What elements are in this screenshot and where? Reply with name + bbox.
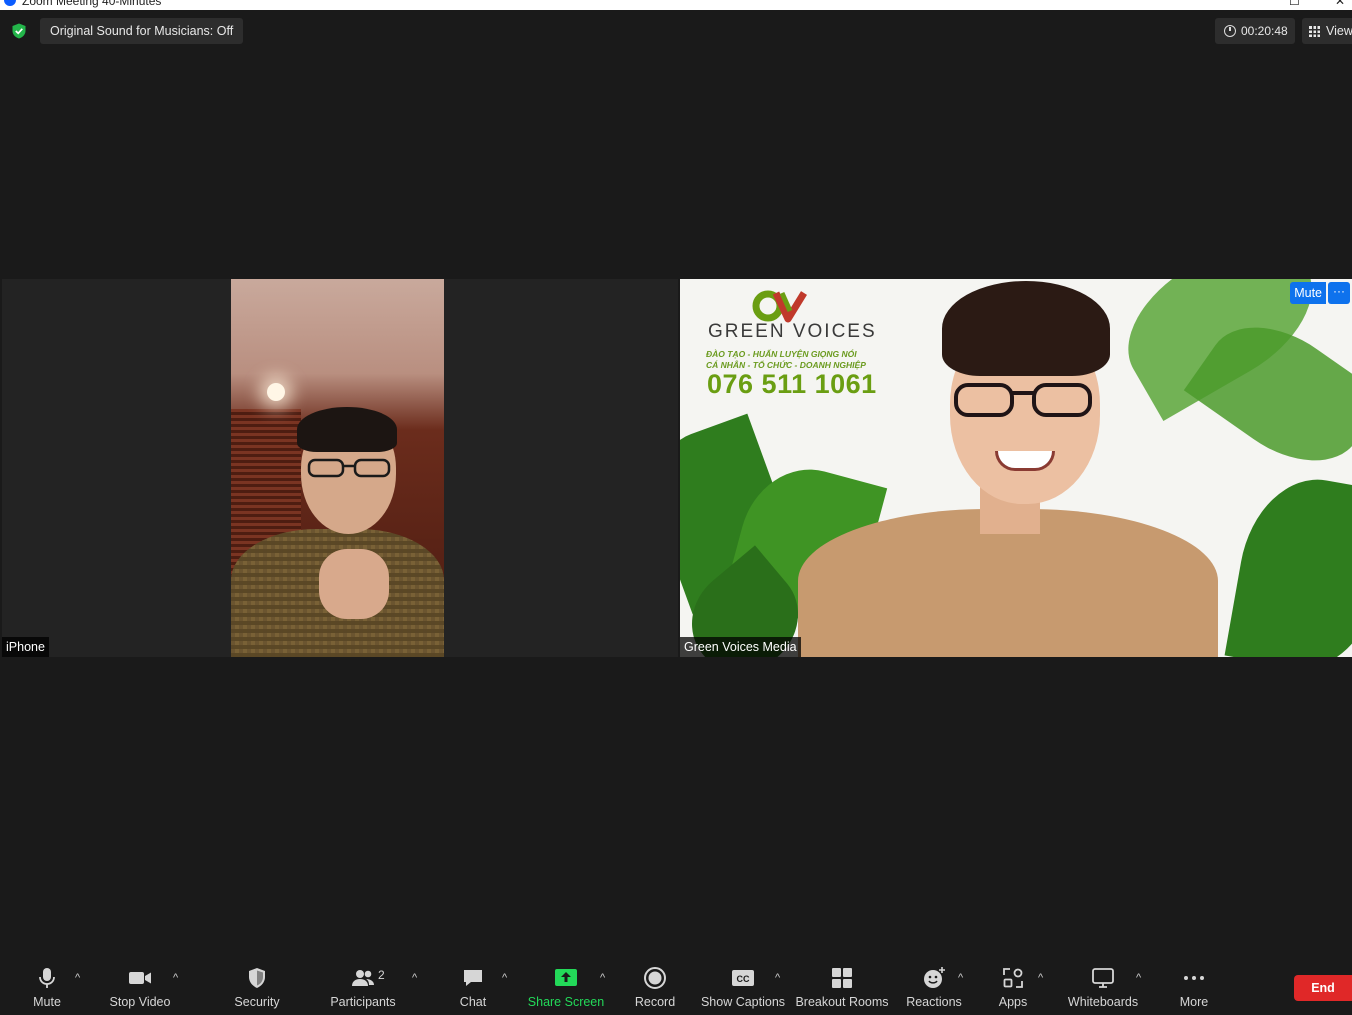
show-captions-label: Show Captions [700,995,786,1009]
breakout-rooms-button[interactable]: Breakout Rooms [795,958,889,1015]
share-screen-icon [555,969,577,986]
participant-name: Green Voices Media [680,637,801,657]
maximize-icon[interactable]: ☐ [1289,0,1300,8]
chat-label: Chat [459,995,487,1009]
participant-hair [297,407,397,452]
brand-tagline-1: ĐÀO TẠO - HUẤN LUYỆN GIỌNG NÓI [706,349,857,359]
participants-options-caret[interactable]: ^ [412,972,417,984]
mute-options-caret[interactable]: ^ [75,972,80,984]
cc-icon: CC [732,970,754,986]
mute-label: Mute [33,995,61,1009]
participant-glasses [954,383,1092,417]
more-dots-icon [1184,976,1204,980]
reactions-button[interactable]: Reactions [903,958,965,1015]
shield-icon [249,968,265,988]
record-button[interactable]: Record [630,958,680,1015]
security-label: Security [234,995,280,1009]
brand-name: GREEN VOICES [708,321,877,342]
share-screen-label: Share Screen [527,995,605,1009]
participant-hand [319,549,389,619]
video-options-caret[interactable]: ^ [173,972,178,984]
participants-count: 2 [378,968,385,982]
view-label: View [1326,24,1352,38]
svg-text:CC: CC [737,974,750,984]
share-screen-button[interactable]: Share Screen [527,958,605,1015]
apps-label: Apps [998,995,1028,1009]
zoom-app-icon [4,0,16,6]
participants-button[interactable]: 2 Participants [328,958,398,1015]
share-options-caret[interactable]: ^ [600,972,605,984]
captions-options-caret[interactable]: ^ [775,972,780,984]
reactions-options-caret[interactable]: ^ [958,972,963,984]
participant-glasses [307,458,391,478]
participant-name: iPhone [2,637,49,657]
video-tile-green-voices[interactable]: GREEN VOICES ĐÀO TẠO - HUẤN LUYỆN GIỌNG … [680,279,1352,657]
microphone-icon [39,968,55,988]
security-button[interactable]: Security [227,958,287,1015]
mute-button[interactable]: Mute [22,958,72,1015]
video-camera-icon [129,972,151,984]
grid-icon [1309,26,1320,37]
reactions-label: Reactions [906,995,962,1009]
participant-hair [942,281,1110,376]
view-button[interactable]: View [1302,18,1352,44]
window-title: Zoom Meeting 40-Minutes [22,0,162,8]
breakout-rooms-icon [832,968,852,988]
apps-options-caret[interactable]: ^ [1038,972,1043,984]
timer-value: 00:20:48 [1241,24,1288,38]
show-captions-button[interactable]: CC Show Captions [700,958,786,1015]
whiteboard-icon [1092,968,1114,988]
whiteboards-options-caret[interactable]: ^ [1136,972,1141,984]
whiteboards-label: Whiteboards [1067,995,1139,1009]
chat-button[interactable]: Chat [448,958,498,1015]
emoji-icon [924,967,945,988]
stop-video-button[interactable]: Stop Video [105,958,175,1015]
green-voices-logo [752,290,807,323]
window-titlebar: Zoom Meeting 40-Minutes ☐ ✕ [0,0,1352,10]
breakout-rooms-label: Breakout Rooms [795,995,889,1009]
meeting-topbar: Original Sound for Musicians: Off 00:20:… [0,10,1352,50]
record-label: Record [634,995,676,1009]
more-button[interactable]: More [1170,958,1218,1015]
participants-label: Participants [330,995,396,1009]
meeting-toolbar: Mute ^ Stop Video ^ Security 2 Participa… [0,958,1352,1015]
stop-video-label: Stop Video [109,995,171,1009]
brand-phone: 076 511 1061 [707,369,877,399]
end-meeting-button[interactable]: End [1294,975,1352,1001]
tile-mute-button[interactable]: Mute [1290,282,1326,304]
ceiling-light [267,383,285,401]
close-icon[interactable]: ✕ [1335,0,1345,8]
whiteboards-button[interactable]: Whiteboards [1063,958,1143,1015]
shield-check-icon[interactable] [11,23,27,39]
chat-options-caret[interactable]: ^ [502,972,507,984]
record-icon [644,967,666,989]
clock-icon [1224,25,1236,37]
more-label: More [1179,995,1209,1009]
meeting-timer: 00:20:48 [1215,18,1295,44]
original-sound-toggle[interactable]: Original Sound for Musicians: Off [40,18,244,44]
tile-more-button[interactable]: ··· [1328,282,1350,304]
fern-leaf [1224,468,1352,657]
participants-icon [352,970,374,986]
participant-video-feed [231,279,444,657]
video-tile-iphone[interactable]: iPhone [2,279,678,657]
chat-bubble-icon [464,970,482,986]
apps-button[interactable]: Apps [988,958,1038,1015]
apps-icon [1003,968,1023,988]
